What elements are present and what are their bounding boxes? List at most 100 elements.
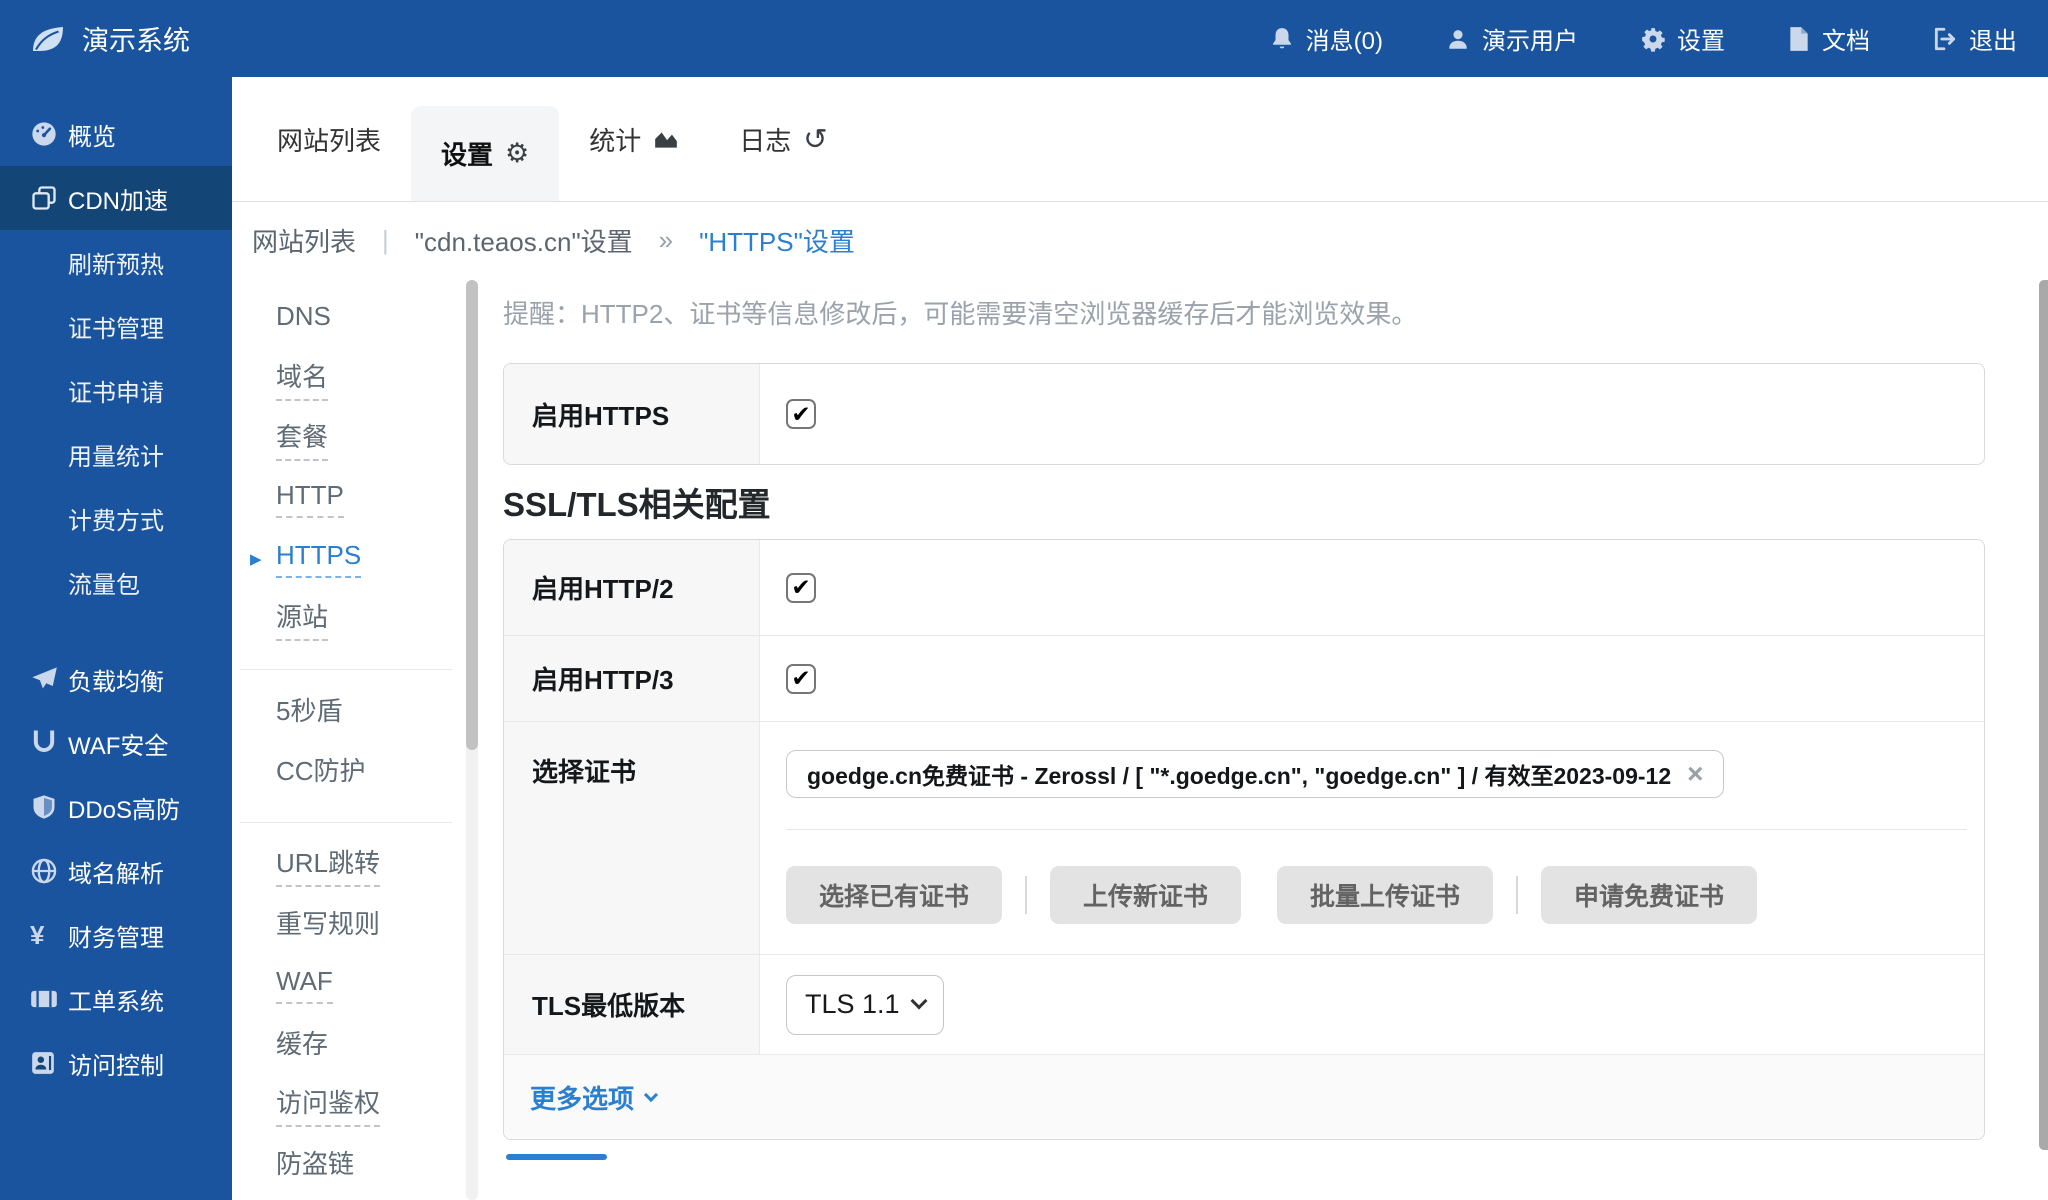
checkmark-icon: ✔ [791,665,810,692]
checkmark-icon: ✔ [791,401,810,428]
sidebar-item-traffic-package[interactable]: 流量包 [0,550,232,614]
breadcrumb-https-settings[interactable]: "HTTPS"设置 [699,222,855,259]
sidebar-item-finance[interactable]: ¥ 财务管理 [0,903,232,967]
http3-checkbox[interactable]: ✔ [786,664,816,694]
submenu-scrollbar-thumb[interactable] [466,280,478,750]
sidebar-item-label: 概览 [68,117,116,152]
active-arrow-icon: ▶ [250,550,262,568]
sidebar-item-refresh-preheat[interactable]: 刷新预热 [0,230,232,294]
sidebar-item-label: DDoS高防 [68,790,180,825]
topnav-user[interactable]: 演示用户 [1445,21,1578,56]
sidebar-item-label: 访问控制 [68,1046,164,1081]
submenu-label: HTTP [276,480,344,518]
sidebar-item-billing-method[interactable]: 计费方式 [0,486,232,550]
sidebar-item-label: 工单系统 [68,982,164,1017]
https-enable-checkbox[interactable]: ✔ [786,399,816,429]
page-scrollbar-thumb[interactable] [2039,280,2048,1150]
tab-stats[interactable]: 统计 [559,77,709,201]
submenu-label: URL跳转 [276,843,380,887]
sidebar-item-waf[interactable]: WAF安全 [0,711,232,775]
topbar: 演示系统 消息(0) 演示用户 设置 [0,0,2048,77]
tls-version-select[interactable]: TLS 1.1 [786,975,944,1035]
submenu-item-waf[interactable]: WAF [276,955,466,1015]
ssl-tls-section-title: SSL/TLS相关配置 [503,485,1985,525]
submenu-item-dns[interactable]: DNS [276,289,466,349]
cert-buttons-row: 选择已有证书 上传新证书 批量上传证书 申请免费证书 [786,866,1757,924]
https-enable-label: 启用HTTPS [504,364,760,464]
submenu-item-domain[interactable]: 域名 [276,349,466,409]
sidebar-item-cert-manage[interactable]: 证书管理 [0,294,232,358]
topnav-messages[interactable]: 消息(0) [1269,21,1383,56]
submenu-item-5s-shield[interactable]: 5秒盾 [276,682,466,742]
sidebar-item-overview[interactable]: 概览 [0,102,232,166]
submenu-item-https[interactable]: ▶ HTTPS [276,529,466,589]
submenu-item-origin[interactable]: 源站 [276,589,466,649]
brand[interactable]: 演示系统 [0,19,190,58]
apply-free-cert-button[interactable]: 申请免费证书 [1541,866,1757,924]
sidebar-item-ddos[interactable]: DDoS高防 [0,775,232,839]
http3-label: 启用HTTP/3 [504,636,760,721]
upload-new-cert-button[interactable]: 上传新证书 [1050,866,1241,924]
tab-site-list[interactable]: 网站列表 [277,77,411,201]
remove-cert-icon[interactable]: × [1687,760,1703,788]
breadcrumb: 网站列表 | "cdn.teaos.cn"设置 » "HTTPS"设置 [232,202,2048,278]
cert-select-label: 选择证书 [504,722,760,954]
sidebar-item-load-balancer[interactable]: 负载均衡 [0,647,232,711]
save-button-top-edge[interactable] [506,1154,607,1160]
sidebar-item-label: 计费方式 [68,501,164,536]
topnav-settings-label: 设置 [1677,21,1725,56]
gear-icon [1640,26,1666,52]
breadcrumb-site-settings[interactable]: "cdn.teaos.cn"设置 [415,222,633,259]
sidebar: 概览 CDN加速 刷新预热 证书管理 证书申请 用量统计 计费方式 流量包 负载… [0,77,232,1200]
button-separator [1516,876,1518,914]
https-settings-content: 提醒：HTTP2、证书等信息修改后，可能需要清空浏览器缓存后才能浏览效果。 启用… [478,278,2048,1200]
breadcrumb-site-list[interactable]: 网站列表 [252,222,356,259]
submenu-label: DNS [276,301,331,337]
submenu-label: 防盗链 [276,1144,354,1186]
submenu-item-auth[interactable]: 访问鉴权 [276,1075,466,1135]
submenu-item-hotlink[interactable]: 防盗链 [276,1135,466,1195]
tab-label: 网站列表 [277,121,381,158]
sidebar-item-tickets[interactable]: 工单系统 [0,967,232,1031]
batch-upload-cert-button[interactable]: 批量上传证书 [1277,866,1493,924]
https-enable-table: 启用HTTPS ✔ [503,363,1985,465]
submenu-item-http[interactable]: HTTP [276,469,466,529]
sidebar-item-label: 用量统计 [68,437,164,472]
id-card-icon [30,1050,68,1076]
more-options-link[interactable]: 更多选项 [504,1079,656,1116]
selected-cert-tag: goedge.cn免费证书 - Zerossl / [ "*.goedge.cn… [786,750,1724,798]
topnav-settings[interactable]: 设置 [1640,21,1725,56]
submenu-item-url-redirect[interactable]: URL跳转 [276,835,466,895]
submenu-item-cache[interactable]: 缓存 [276,1015,466,1075]
submenu-item-plan[interactable]: 套餐 [276,409,466,469]
sidebar-item-cert-apply[interactable]: 证书申请 [0,358,232,422]
http2-checkbox[interactable]: ✔ [786,573,816,603]
submenu-label: HTTPS [276,540,361,578]
submenu-scrollbar[interactable] [466,280,478,1200]
tab-label: 统计 [589,121,641,158]
sidebar-item-access-control[interactable]: 访问控制 [0,1031,232,1095]
submenu-item-cc-protect[interactable]: CC防护 [276,742,466,802]
tab-settings[interactable]: 设置 ⚙ [411,106,559,201]
checkmark-icon: ✔ [791,574,810,601]
select-existing-cert-button[interactable]: 选择已有证书 [786,866,1002,924]
tab-logs[interactable]: 日志 ↺ [709,77,857,201]
topnav-docs-label: 文档 [1822,21,1870,56]
magnet-icon [30,729,68,757]
sidebar-item-label: WAF安全 [68,726,168,761]
sidebar-item-cdn[interactable]: CDN加速 [0,166,232,230]
submenu-label: 重写规则 [276,904,380,946]
sidebar-item-label: 域名解析 [68,854,164,889]
topnav-docs[interactable]: 文档 [1787,21,1870,56]
brand-label: 演示系统 [82,19,190,58]
sidebar-item-usage-stats[interactable]: 用量统计 [0,422,232,486]
logout-icon [1932,26,1958,52]
submenu-item-rewrite-rules[interactable]: 重写规则 [276,895,466,955]
history-icon: ↺ [803,122,827,157]
topnav-logout[interactable]: 退出 [1932,21,2017,56]
ticket-icon [30,987,68,1011]
table-row: 更多选项 [504,1054,1984,1139]
sidebar-item-dns-resolve[interactable]: 域名解析 [0,839,232,903]
shield-icon [30,793,68,821]
topnav: 消息(0) 演示用户 设置 文档 [1269,21,2048,56]
